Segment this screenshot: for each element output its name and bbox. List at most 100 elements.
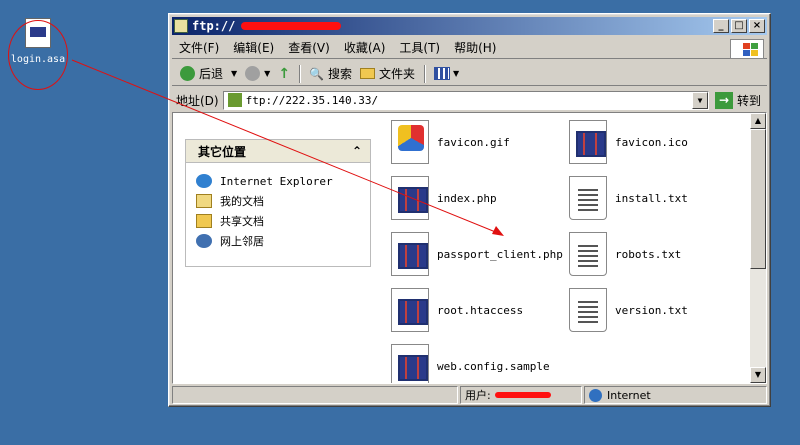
file-item[interactable]: web.config.sample xyxy=(391,343,550,383)
file-item[interactable]: root.htaccess xyxy=(391,287,523,333)
back-arrow-icon xyxy=(180,66,195,81)
views-button[interactable]: ▼ xyxy=(430,67,463,80)
file-item[interactable]: version.txt xyxy=(569,287,688,333)
toolbar: 后退 ▼ ▼ ↑ 🔍 搜索 文件夹 ▼ xyxy=(172,62,767,86)
file-item[interactable]: robots.txt xyxy=(569,231,681,277)
search-icon: 🔍 xyxy=(309,66,325,81)
link-label: 我的文档 xyxy=(220,195,264,208)
up-button[interactable]: ↑ xyxy=(274,66,294,82)
address-bar: 地址(D) ftp://222.35.140.33/ ▼ → 转到 xyxy=(172,89,767,111)
user-label: 用户: xyxy=(465,389,491,402)
php-file-icon xyxy=(391,176,429,220)
address-label: 地址(D) xyxy=(176,93,219,108)
gif-file-icon xyxy=(391,120,429,164)
go-button[interactable]: → 转到 xyxy=(709,91,767,109)
redacted-user xyxy=(494,392,551,398)
network-icon xyxy=(196,234,212,248)
back-label: 后退 xyxy=(199,67,224,81)
search-label: 搜索 xyxy=(328,67,353,81)
file-name: passport_client.php xyxy=(437,247,563,261)
up-folder-icon: ↑ xyxy=(278,65,291,82)
scroll-up-icon[interactable]: ▲ xyxy=(750,113,766,129)
status-pane-user: 用户: xyxy=(460,386,582,404)
file-name: install.txt xyxy=(615,191,688,205)
address-input[interactable]: ftp://222.35.140.33/ ▼ xyxy=(222,90,709,110)
link-label: 网上邻居 xyxy=(220,235,264,248)
views-icon xyxy=(434,67,451,80)
php-file-icon xyxy=(391,232,429,276)
ftp-folder-icon xyxy=(174,19,188,33)
dropdown-arrow-icon: ▼ xyxy=(453,69,460,78)
scroll-down-icon[interactable]: ▼ xyxy=(750,367,766,383)
link-label: Internet Explorer xyxy=(220,174,333,188)
documents-icon xyxy=(196,194,212,208)
go-label: 转到 xyxy=(736,93,761,108)
menu-favorites[interactable]: 收藏(A) xyxy=(337,39,393,56)
globe-icon xyxy=(589,388,602,402)
file-name: favicon.gif xyxy=(437,135,510,149)
zone-label: Internet xyxy=(607,388,651,402)
menu-edit[interactable]: 编辑(E) xyxy=(226,39,281,56)
panel-header[interactable]: 其它位置 ⌃ xyxy=(185,139,371,163)
menu-tools[interactable]: 工具(T) xyxy=(392,39,447,56)
shared-folder-icon xyxy=(196,214,212,228)
link-internet-explorer[interactable]: Internet Explorer xyxy=(196,171,360,191)
status-pane-zone: Internet xyxy=(584,386,767,404)
menu-help[interactable]: 帮助(H) xyxy=(447,39,503,56)
panel-body: Internet Explorer 我的文档 共享文档 网上邻居 xyxy=(185,163,371,267)
txt-file-icon xyxy=(569,176,607,220)
folders-button[interactable]: 文件夹 xyxy=(356,65,419,82)
redacted-host xyxy=(241,22,342,30)
link-my-documents[interactable]: 我的文档 xyxy=(196,191,360,211)
ftp-icon xyxy=(227,93,242,107)
folder-icon xyxy=(360,68,376,79)
txt-file-icon xyxy=(569,232,607,276)
red-circle-annotation xyxy=(8,20,68,90)
other-places-panel: 其它位置 ⌃ Internet Explorer 我的文档 共享文档 网上邻居 xyxy=(185,139,371,269)
menu-bar: 文件(F) 编辑(E) 查看(V) 收藏(A) 工具(T) 帮助(H) xyxy=(172,37,767,59)
address-value: ftp://222.35.140.33/ xyxy=(245,93,379,107)
link-label: 共享文档 xyxy=(220,215,264,228)
file-name: version.txt xyxy=(615,303,688,317)
windows-logo-icon xyxy=(730,39,764,59)
content-area: 其它位置 ⌃ Internet Explorer 我的文档 共享文档 网上邻居 … xyxy=(172,112,767,384)
file-item[interactable]: install.txt xyxy=(569,175,688,221)
title-bar[interactable]: ftp:// _ □ × xyxy=(172,17,767,35)
status-bar: 用户: Internet xyxy=(172,386,767,404)
forward-arrow-icon xyxy=(245,66,261,81)
file-item[interactable]: passport_client.php xyxy=(391,231,563,277)
menu-view[interactable]: 查看(V) xyxy=(281,39,337,56)
ie-icon xyxy=(196,174,212,188)
close-button[interactable]: × xyxy=(749,19,765,33)
forward-button[interactable]: ▼ xyxy=(241,66,274,81)
explorer-window: ftp:// _ □ × 文件(F) 编辑(E) 查看(V) 收藏(A) 工具(… xyxy=(168,13,771,407)
file-item[interactable]: favicon.ico xyxy=(569,119,688,165)
minimize-button[interactable]: _ xyxy=(713,19,729,33)
scroll-thumb[interactable] xyxy=(750,129,766,269)
txt-file-icon xyxy=(569,288,607,332)
file-name: index.php xyxy=(437,191,497,205)
link-shared-documents[interactable]: 共享文档 xyxy=(196,211,360,231)
search-button[interactable]: 🔍 搜索 xyxy=(305,65,356,82)
file-item[interactable]: favicon.gif xyxy=(391,119,510,165)
back-button[interactable]: 后退 ▼ xyxy=(176,65,241,82)
go-arrow-icon: → xyxy=(714,91,733,109)
address-dropdown-icon[interactable]: ▼ xyxy=(691,91,708,109)
collapse-chevron-icon[interactable]: ⌃ xyxy=(352,144,362,158)
task-pane: 其它位置 ⌃ Internet Explorer 我的文档 共享文档 网上邻居 xyxy=(173,113,383,383)
file-name: favicon.ico xyxy=(615,135,688,149)
link-network-places[interactable]: 网上邻居 xyxy=(196,231,360,251)
status-pane-main xyxy=(172,386,458,404)
file-name: web.config.sample xyxy=(437,359,550,373)
dropdown-arrow-icon[interactable]: ▼ xyxy=(231,69,237,78)
maximize-button[interactable]: □ xyxy=(731,19,747,33)
sample-file-icon xyxy=(391,344,429,383)
file-name: robots.txt xyxy=(615,247,682,261)
htaccess-file-icon xyxy=(391,288,429,332)
menu-file[interactable]: 文件(F) xyxy=(172,39,226,56)
file-item[interactable]: index.php xyxy=(391,175,497,221)
vertical-scrollbar[interactable]: ▲ ▼ xyxy=(750,113,766,383)
folders-label: 文件夹 xyxy=(379,67,416,81)
dropdown-arrow-icon[interactable]: ▼ xyxy=(264,69,270,78)
window-title: ftp:// xyxy=(192,19,236,33)
